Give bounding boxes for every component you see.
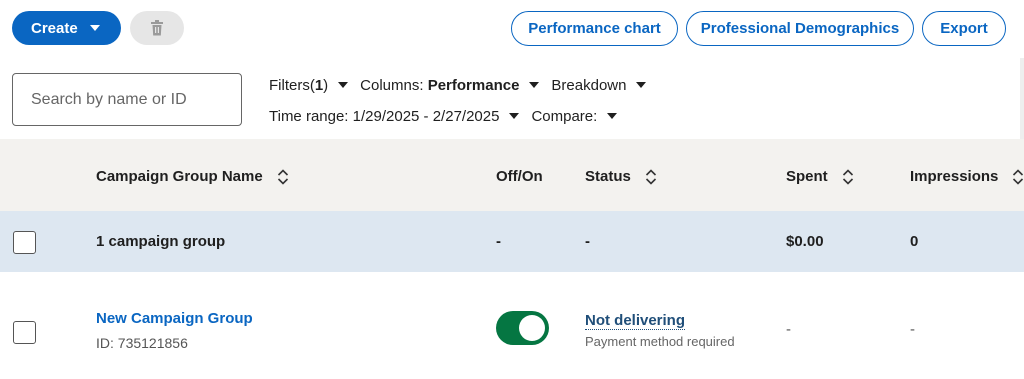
time-range-dropdown[interactable]: 1/29/2025 - 2/27/2025 <box>353 108 500 125</box>
filters-count: 1 <box>314 76 324 94</box>
column-header-impressions[interactable]: Impressions <box>910 168 1024 185</box>
sort-icon[interactable] <box>277 168 289 185</box>
summary-impressions: 0 <box>910 233 919 250</box>
export-button[interactable]: Export <box>922 11 1006 46</box>
column-header-name[interactable]: Campaign Group Name <box>96 168 289 185</box>
summary-status: - <box>585 233 590 250</box>
caret-down-icon[interactable] <box>529 82 540 88</box>
column-header-spent[interactable]: Spent <box>786 168 854 185</box>
column-header-label: Spent <box>786 168 828 185</box>
search-placeholder: Search by name or ID <box>31 90 187 108</box>
caret-down-icon[interactable] <box>607 113 618 119</box>
status-text: Not delivering <box>585 312 686 330</box>
column-header-label: Off/On <box>496 168 543 185</box>
search-input[interactable]: Search by name or ID <box>12 73 242 126</box>
summary-name: 1 campaign group <box>96 233 226 250</box>
row-checkbox[interactable] <box>13 321 36 344</box>
toggle-knob <box>519 315 545 341</box>
delete-button[interactable] <box>130 11 184 45</box>
compare-dropdown[interactable]: Compare: <box>531 108 597 125</box>
professional-demographics-button[interactable]: Professional Demographics <box>686 11 914 46</box>
time-range-row: Time range: 1/29/2025 - 2/27/2025 Compar… <box>269 106 629 126</box>
filters-row: Filters(1) Columns: Performance Breakdow… <box>269 75 658 95</box>
caret-down-icon[interactable] <box>636 82 647 88</box>
column-header-label: Status <box>585 168 631 185</box>
columns-dropdown[interactable]: Performance <box>428 77 520 94</box>
trash-icon <box>151 20 163 36</box>
breakdown-dropdown[interactable]: Breakdown <box>551 77 626 94</box>
summary-off-on: - <box>496 233 501 250</box>
sort-icon[interactable] <box>1012 168 1024 185</box>
create-button[interactable]: Create <box>12 11 121 45</box>
sort-icon[interactable] <box>645 168 657 185</box>
sort-icon[interactable] <box>842 168 854 185</box>
on-off-toggle[interactable] <box>496 311 549 345</box>
caret-down-icon[interactable] <box>509 113 520 119</box>
select-all-checkbox[interactable] <box>13 231 36 254</box>
table-header: Campaign Group Name Off/On Status Spent … <box>0 139 1024 211</box>
filters-label: Filters( <box>269 76 315 94</box>
filters-dropdown[interactable]: Filters(1) <box>269 77 328 94</box>
summary-row: 1 campaign group - - $0.00 0 <box>0 211 1024 272</box>
column-header-status[interactable]: Status <box>585 168 657 185</box>
row-spent: - <box>786 321 791 338</box>
caret-down-icon[interactable] <box>338 82 349 88</box>
status-not-delivering[interactable]: Not delivering <box>585 312 686 330</box>
campaign-group-name-link[interactable]: New Campaign Group <box>96 310 253 327</box>
summary-spent: $0.00 <box>786 233 824 250</box>
caret-down-icon <box>89 25 100 31</box>
campaign-group-id: ID: 735121856 <box>96 335 188 351</box>
column-header-label: Campaign Group Name <box>96 168 263 185</box>
table-row: New Campaign Group ID: 735121856 Not del… <box>0 272 1024 379</box>
row-impressions: - <box>910 321 915 338</box>
filters-close-paren: ) <box>323 76 329 94</box>
column-header-label: Impressions <box>910 168 999 185</box>
create-button-label: Create <box>31 19 78 37</box>
column-header-off-on: Off/On <box>496 168 543 185</box>
performance-chart-button[interactable]: Performance chart <box>511 11 678 46</box>
columns-label: Columns: <box>360 76 424 94</box>
time-range-label: Time range: <box>269 107 349 125</box>
status-detail: Payment method required <box>585 334 735 349</box>
toolbar: Create Performance chart Professional De… <box>0 0 1024 58</box>
